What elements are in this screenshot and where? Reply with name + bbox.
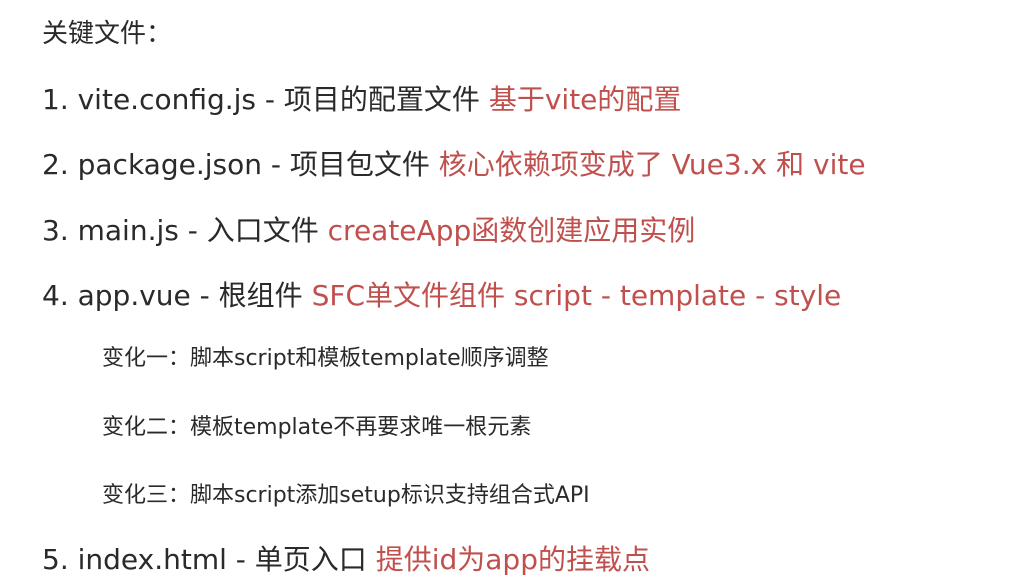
item-highlight: 基于vite的配置 bbox=[488, 83, 682, 116]
list-item-main-js: 3. main.js - 入口文件 createApp函数创建应用实例 bbox=[42, 209, 695, 253]
change-item-1: 变化一：脚本script和模板template顺序调整 bbox=[102, 346, 549, 371]
section-heading: 关键文件： bbox=[42, 19, 173, 49]
list-item-index-html: 5. index.html - 单页入口 提供id为app的挂载点 bbox=[42, 538, 650, 582]
change-item-2: 变化二：模板template不再要求唯一根元素 bbox=[102, 415, 532, 440]
item-highlight: createApp函数创建应用实例 bbox=[327, 214, 696, 247]
item-highlight: SFC单文件组件 script - template - style bbox=[311, 279, 842, 312]
item-text: 3. main.js - 入口文件 bbox=[42, 214, 319, 247]
item-text: 1. vite.config.js - 项目的配置文件 bbox=[42, 83, 480, 116]
list-item-app-vue: 4. app.vue - 根组件 SFC单文件组件 script - templ… bbox=[42, 274, 841, 318]
item-text: 4. app.vue - 根组件 bbox=[42, 279, 303, 312]
item-text: 2. package.json - 项目包文件 bbox=[42, 148, 430, 181]
list-item-vite-config: 1. vite.config.js - 项目的配置文件 基于vite的配置 bbox=[42, 78, 681, 122]
list-item-package-json: 2. package.json - 项目包文件 核心依赖项变成了 Vue3.x … bbox=[42, 143, 866, 187]
item-text: 5. index.html - 单页入口 bbox=[42, 543, 367, 576]
item-highlight: 提供id为app的挂载点 bbox=[375, 543, 650, 576]
document-page: 关键文件： 1. vite.config.js - 项目的配置文件 基于vite… bbox=[0, 0, 1013, 587]
item-highlight: 核心依赖项变成了 Vue3.x 和 vite bbox=[438, 148, 866, 181]
change-item-3: 变化三：脚本script添加setup标识支持组合式API bbox=[102, 483, 590, 508]
